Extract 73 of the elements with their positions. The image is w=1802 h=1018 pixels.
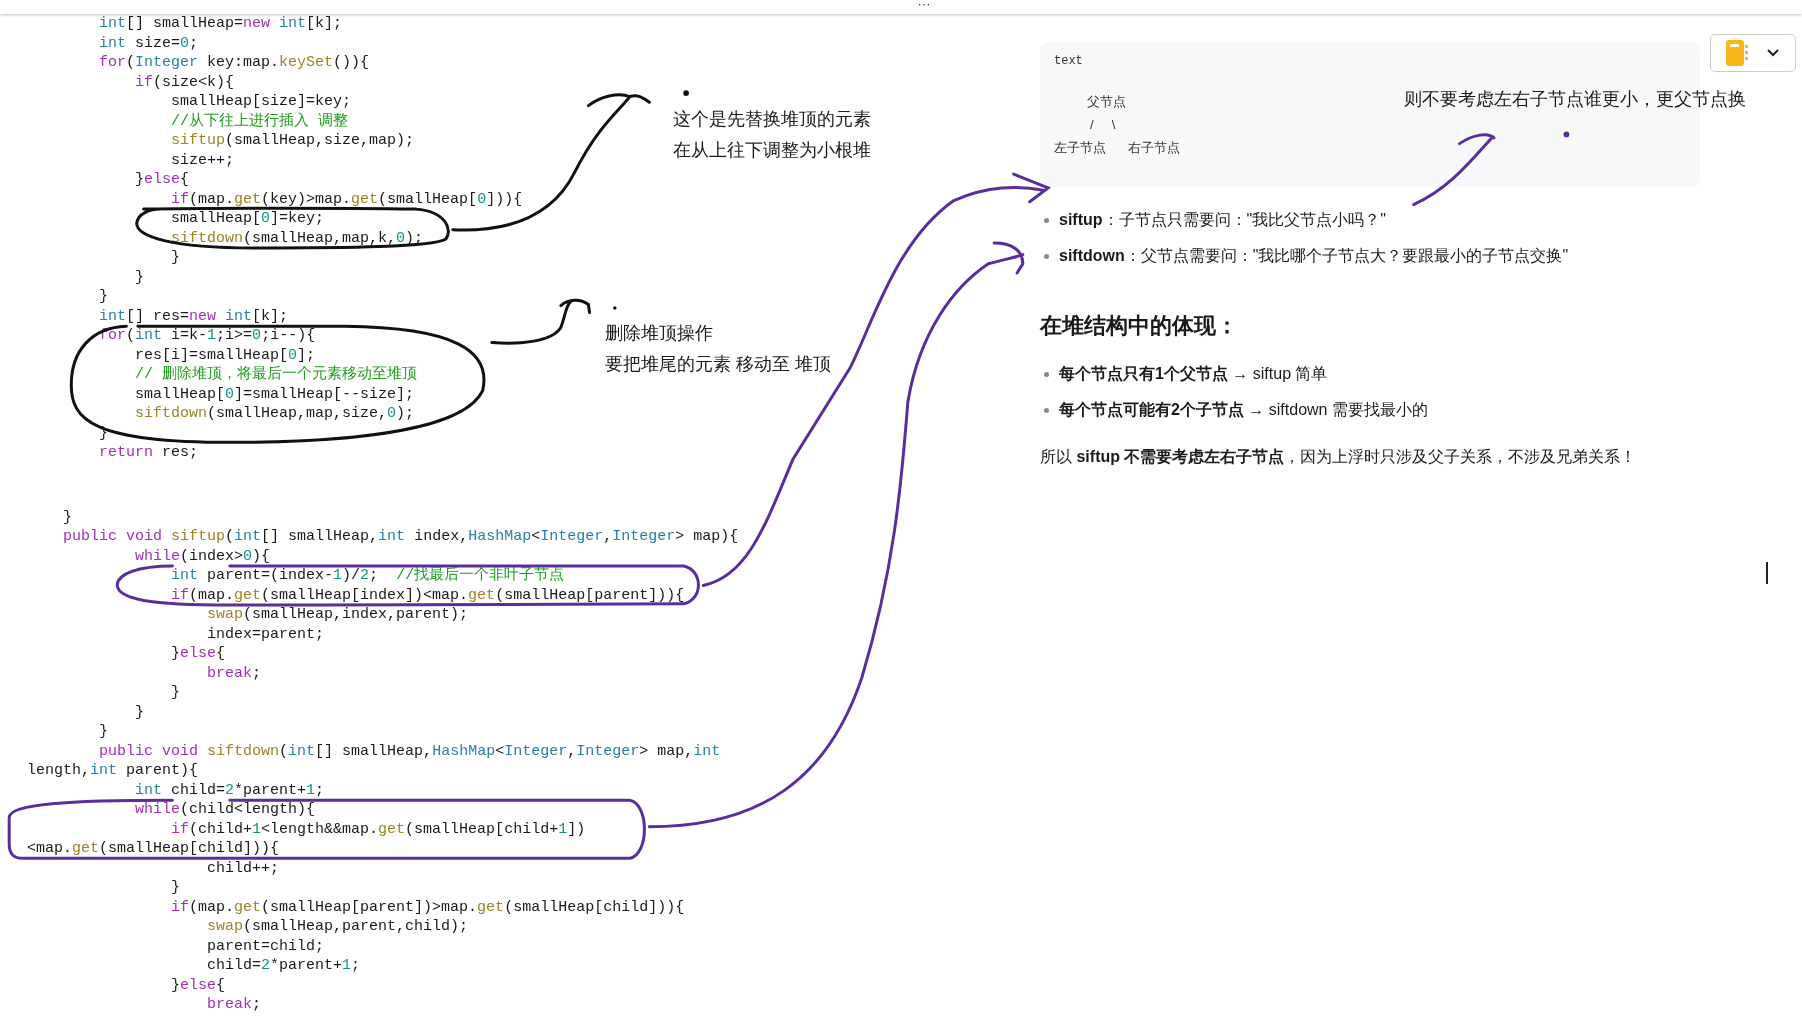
code-line: int size=0; (98, 33, 199, 53)
code-line: //从下往上进行插入 调整 (170, 111, 349, 131)
code-line: int[] smallHeap=new int[k]; (98, 14, 343, 34)
annotation-text: 要把堆尾的元素 移动至 堆顶 (605, 353, 831, 376)
ink-dot (683, 90, 689, 96)
code-line: if(map.get(smallHeap[index])<map.get(smallHeap[parent])){ (170, 585, 685, 605)
text-cursor (1766, 562, 1768, 584)
annotation-text: 则不要考虑左右子节点谁更小，更父节点换 (1404, 88, 1746, 111)
bullet-icon (1044, 407, 1049, 413)
code-line: smallHeap[0]=smallHeap[--size]; (134, 384, 415, 404)
bullet-text: siftup：子节点只需要问："我比父节点小吗？" (1059, 210, 1386, 230)
code-line: } (98, 287, 108, 307)
code-line: <map.get(smallHeap[child])){ (27, 839, 280, 859)
more-menu[interactable]: ··· (917, 0, 931, 14)
notebook-icon (1726, 40, 1748, 66)
diagram-line: / \ (1089, 116, 1116, 134)
bullet-icon (1044, 217, 1049, 223)
code-line: } (98, 722, 108, 742)
code-line: } (170, 683, 181, 703)
code-line: while(child<length){ (134, 800, 316, 820)
code-line: size++; (170, 150, 235, 170)
code-line: return res; (98, 443, 199, 463)
code-line: siftdown(smallHeap,map,size,0); (134, 404, 415, 424)
notebook-dropdown-button[interactable] (1710, 34, 1796, 72)
ink-dot (1563, 131, 1570, 138)
code-line: break; (206, 663, 262, 683)
code-line: }else{ (134, 170, 190, 190)
bullet-text: 每个节点只有1个父节点 → siftup 简单 (1059, 364, 1328, 384)
code-line: } (170, 878, 181, 898)
diagram-line: 父节点 (1085, 93, 1126, 111)
code-line: if(child+1<length&&map.get(smallHeap[child+1]) (170, 819, 586, 839)
bullet-icon (1044, 253, 1049, 259)
code-line: if(map.get(key)>map.get(smallHeap[0])){ (170, 189, 523, 209)
code-line: for(Integer key:map.keySet()){ (98, 53, 370, 73)
code-line: break; (206, 995, 262, 1015)
annotation-text: 这个是先替换堆顶的元素 (673, 108, 871, 131)
annotation-text: 删除堆顶操作 (605, 322, 713, 345)
code-line: smallHeap[0]=key; (170, 209, 325, 229)
diagram-line: 左子节点 右子节点 (1054, 139, 1180, 157)
paragraph: 所以 siftup 不需要考虑左右子节点，因为上浮时只涉及父子关系，不涉及兄弟关系！ (1040, 447, 1638, 467)
code-line: public void siftdown(int[] smallHeap,HashMap<Integer,Integer> map,int (98, 741, 721, 761)
code-line: // 删除堆顶，将最后一个元素移动至堆顶 (134, 365, 418, 385)
code-line: }else{ (170, 975, 226, 995)
code-line: } (170, 248, 181, 268)
code-line: } (134, 267, 145, 287)
code-line: res[i]=smallHeap[0]; (134, 345, 316, 365)
bullet-text: 每个节点可能有2个子节点 → siftdown 需要找最小的 (1059, 400, 1428, 420)
bullet-icon (1044, 371, 1049, 377)
code-line: length,int parent){ (27, 761, 199, 781)
code-line: swap(smallHeap,index,parent); (206, 605, 469, 625)
ink-dot (613, 306, 617, 310)
code-line: siftup(smallHeap,size,map); (170, 131, 415, 151)
code-line: if(map.get(smallHeap[parent])>map.get(smallHeap[child])){ (170, 897, 685, 917)
code-line: child++; (206, 858, 280, 878)
chevron-down-icon (1766, 48, 1780, 58)
code-line: child=2*parent+1; (206, 956, 361, 976)
code-line: } (134, 702, 145, 722)
code-line: swap(smallHeap,parent,child); (206, 917, 469, 937)
code-line: int parent=(index-1)/2; //找最后一个非叶子节点 (170, 566, 565, 586)
code-line: int child=2*parent+1; (134, 780, 325, 800)
code-line: int[] res=new int[k]; (98, 306, 289, 326)
code-line: index=parent; (206, 624, 325, 644)
code-line: }else{ (170, 644, 226, 664)
code-line: public void siftup(int[] smallHeap,int index,HashMap<Integer,Integer> map){ (62, 527, 739, 547)
code-line: } (62, 507, 72, 527)
code-line: parent=child; (206, 936, 325, 956)
annotation-text: 在从上往下调整为小根堆 (673, 139, 871, 162)
code-line: if(size<k){ (134, 72, 235, 92)
bullet-text: siftdown：父节点需要问："我比哪个子节点大？要跟最小的子节点交换" (1059, 246, 1569, 266)
code-language-label: text (1054, 54, 1084, 68)
code-line: smallHeap[size]=key; (170, 92, 352, 112)
section-heading: 在堆结构中的体现： (1040, 312, 1239, 340)
code-line: while(index>0){ (134, 546, 271, 566)
